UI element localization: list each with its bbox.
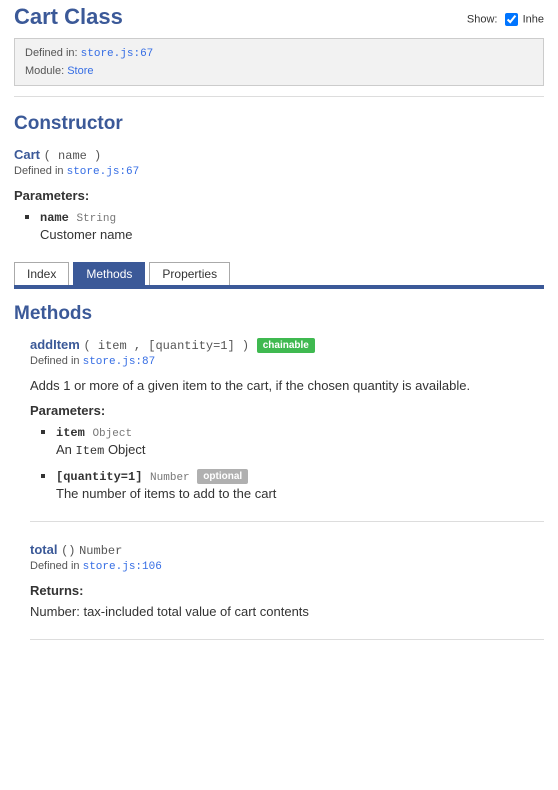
module-link[interactable]: Store (67, 65, 93, 77)
param-type: String (76, 213, 116, 225)
method-defined-in-label: Defined in (30, 355, 80, 367)
returns-label: Returns: (30, 583, 544, 598)
method-additem: addItem ( item , [quantity=1] ) chainabl… (30, 337, 544, 501)
header-separator (14, 96, 544, 97)
method-defined-in-label: Defined in (30, 560, 80, 572)
returns-text: Number: tax-included total value of cart… (30, 604, 544, 619)
constructor-params-label: Parameters: (14, 188, 544, 203)
optional-badge: optional (197, 469, 248, 484)
method-params-label: Parameters: (30, 403, 544, 418)
method-param: [quantity=1] Number optional The number … (56, 468, 544, 501)
param-desc: Customer name (40, 227, 544, 242)
methods-heading: Methods (14, 303, 544, 325)
constructor-args: ( name ) (44, 149, 102, 163)
show-label: Show: (467, 13, 498, 25)
defined-in-label: Defined in: (25, 47, 78, 59)
constructor-name: Cart (14, 147, 40, 162)
constructor-heading: Constructor (14, 113, 544, 135)
param-desc: The number of items to add to the cart (56, 486, 544, 501)
param-type: Object (92, 428, 132, 440)
method-desc: Adds 1 or more of a given item to the ca… (30, 378, 544, 393)
constructor-defined-in-link[interactable]: store.js:67 (67, 166, 140, 178)
param-name: [quantity=1] (56, 470, 142, 484)
param-name: item (56, 426, 85, 440)
method-args: ( item , [quantity=1] ) (83, 339, 249, 353)
page-title: Cart Class (14, 0, 123, 30)
constructor-defined-in-label: Defined in (14, 165, 64, 177)
defined-in-link[interactable]: store.js:67 (81, 48, 154, 60)
method-param: item Object An Item Object (56, 424, 544, 458)
inherited-checkbox[interactable] (505, 13, 518, 26)
inherited-checkbox-label: Inhe (523, 13, 544, 25)
param-name: name (40, 211, 69, 225)
constructor-param: name String Customer name (40, 209, 544, 242)
meta-box: Defined in: store.js:67 Module: Store (14, 38, 544, 86)
method-defined-in-link[interactable]: store.js:106 (83, 561, 162, 573)
param-desc: An Item Object (56, 442, 544, 458)
method-name: addItem (30, 337, 80, 352)
tab-index[interactable]: Index (14, 262, 69, 285)
method-separator (30, 521, 544, 522)
tab-properties[interactable]: Properties (149, 262, 230, 285)
param-type: Number (150, 472, 190, 484)
method-total: total () Number Defined in store.js:106 … (30, 542, 544, 619)
tab-methods[interactable]: Methods (73, 262, 145, 285)
method-name: total (30, 542, 57, 557)
method-args: () (61, 544, 75, 558)
method-separator (30, 639, 544, 640)
chainable-badge: chainable (257, 338, 315, 353)
method-defined-in-link[interactable]: store.js:87 (83, 356, 156, 368)
show-controls: Show: Inhe (467, 13, 544, 26)
method-return-type: Number (79, 544, 122, 558)
module-label: Module: (25, 65, 64, 77)
tabs: Index Methods Properties (14, 262, 544, 289)
